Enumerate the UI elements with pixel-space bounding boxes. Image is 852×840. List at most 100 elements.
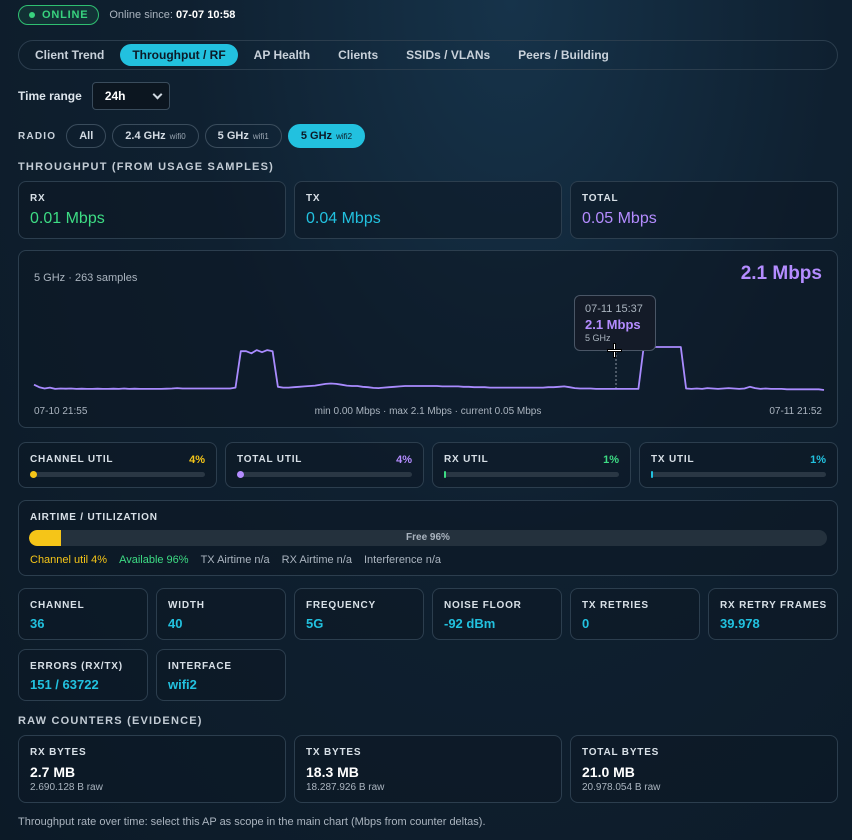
legend-rx-airtime: RX Airtime n/a [281,554,352,566]
chevron-down-icon [152,89,163,99]
util-fill [237,471,244,478]
util-fill [651,471,653,478]
tooltip-time: 07-11 15:37 [585,303,643,315]
raw-main-value: 21.0 MB [582,764,635,780]
chart-footer-start: 07-10 21:55 [34,406,88,417]
time-range-row: Time range 24h [18,82,170,110]
time-range-select[interactable]: 24h [91,82,170,110]
radio-filter: RADIO All 2.4 GHz wifi0 5 GHz wifi1 5 GH… [18,124,366,148]
util-fill [30,471,37,478]
raw-label: TOTAL BYTES [582,747,660,758]
util-track [444,471,619,478]
rx-retry-frames-stat: RX RETRY FRAMES 39.978 [708,588,838,640]
chart-footer-end: 07-11 21:52 [769,406,822,417]
radio-option-wifi1[interactable]: 5 GHz wifi1 [204,124,282,148]
rx-throughput-card: RX 0.01 Mbps [18,181,286,239]
crosshair-cursor-icon [608,344,621,357]
raw-sub-value: 2.690.128 B raw [30,782,103,793]
throughput-section-title: THROUGHPUT (FROM USAGE SAMPLES) [18,161,274,173]
radio-option-label: 5 GHz [300,130,333,142]
raw-main-value: 2.7 MB [30,764,76,780]
util-label: CHANNEL UTIL [30,454,114,465]
legend-channel-util: Channel util 4% [30,554,108,566]
util-percent: 4% [189,454,205,466]
stat-label: RX RETRY FRAMES [720,600,828,611]
radio-option-label: All [79,130,94,142]
stat-value: 5G [306,616,324,631]
util-label: TOTAL UTIL [237,454,303,465]
util-label: RX UTIL [444,454,489,465]
util-track [237,471,412,478]
tab-clients[interactable]: Clients [326,44,390,66]
tooltip-value: 2.1 Mbps [585,317,641,332]
stat-label: ERRORS (RX/TX) [30,661,123,672]
tab-peers-building[interactable]: Peers / Building [506,44,621,66]
radio-option-all[interactable]: All [66,124,107,148]
stat-value: 151 / 63722 [30,677,99,692]
util-percent: 4% [396,454,412,466]
rx-value: 0.01 Mbps [30,210,105,227]
throughput-line-chart[interactable] [19,251,839,429]
footnote: Throughput rate over time: select this A… [18,816,486,828]
throughput-chart[interactable]: 5 GHz · 263 samples 2.1 Mbps 07-11 15:37… [18,250,838,428]
rx-label: RX [30,193,46,204]
stat-label: TX RETRIES [582,600,649,611]
tab-ssids-vlans[interactable]: SSIDs / VLANs [394,44,502,66]
util-label: TX UTIL [651,454,695,465]
tx-throughput-card: TX 0.04 Mbps [294,181,562,239]
airtime-legend: Channel util 4% Available 96% TX Airtime… [30,554,441,566]
stat-value: 40 [168,616,183,631]
total-throughput-card: TOTAL 0.05 Mbps [570,181,838,239]
tab-throughput-rf[interactable]: Throughput / RF [120,44,238,66]
online-since: Online since: 07-07 10:58 [109,9,235,21]
online-since-label: Online since: [109,9,173,21]
rx-bytes-card: RX BYTES 2.7 MB 2.690.128 B raw [18,735,286,803]
status-dot-icon [29,12,35,18]
radio-option-wifi2[interactable]: 5 GHz wifi2 [287,124,366,148]
time-range-value: 24h [104,89,126,103]
radio-option-label: 2.4 GHz [125,130,166,142]
total-value: 0.05 Mbps [582,210,657,227]
stat-label: WIDTH [168,600,205,611]
errors-stat: ERRORS (RX/TX) 151 / 63722 [18,649,148,701]
online-badge-label: ONLINE [42,9,89,21]
tx-value: 0.04 Mbps [306,210,381,227]
stat-label: NOISE FLOOR [444,600,522,611]
stat-label: INTERFACE [168,661,232,672]
raw-sub-value: 20.978.054 B raw [582,782,661,793]
util-percent: 1% [810,454,826,466]
stat-label: CHANNEL [30,600,85,611]
raw-label: TX BYTES [306,747,362,758]
util-track [30,471,205,478]
stat-value: 0 [582,616,590,631]
online-status-badge: ONLINE [18,5,100,25]
tab-client-trend[interactable]: Client Trend [23,44,116,66]
raw-main-value: 18.3 MB [306,764,359,780]
tab-bar: Client Trend Throughput / RF AP Health C… [18,40,838,70]
legend-tx-airtime: TX Airtime n/a [200,554,270,566]
throughput-series-line [33,346,825,391]
tooltip-band: 5 GHz [585,333,611,343]
raw-sub-value: 18.287.926 B raw [306,782,385,793]
rx-util-card: RX UTIL 1% [432,442,631,488]
tx-bytes-card: TX BYTES 18.3 MB 18.287.926 B raw [294,735,562,803]
online-since-value: 07-07 10:58 [176,9,236,21]
raw-label: RX BYTES [30,747,87,758]
airtime-bar: Free 96% [29,530,827,546]
radio-label: RADIO [18,130,57,142]
tx-label: TX [306,193,321,204]
airtime-utilization-card: AIRTIME / UTILIZATION Free 96% Channel u… [18,500,838,576]
tab-ap-health[interactable]: AP Health [242,44,322,66]
radio-option-wifi0[interactable]: 2.4 GHz wifi0 [112,124,199,148]
status-row: ONLINE Online since: 07-07 10:58 [18,5,235,25]
chart-footer-stats: min 0.00 Mbps · max 2.1 Mbps · current 0… [314,406,542,417]
legend-interference: Interference n/a [363,554,442,566]
noise-floor-stat: NOISE FLOOR -92 dBm [432,588,562,640]
raw-counters-title: RAW COUNTERS (EVIDENCE) [18,715,203,727]
stat-value: 39.978 [720,616,760,631]
tx-util-card: TX UTIL 1% [639,442,838,488]
radio-option-sub: wifi2 [336,131,353,141]
stat-value: -92 dBm [444,616,496,631]
radio-option-sub: wifi0 [169,131,186,141]
frequency-stat: FREQUENCY 5G [294,588,424,640]
